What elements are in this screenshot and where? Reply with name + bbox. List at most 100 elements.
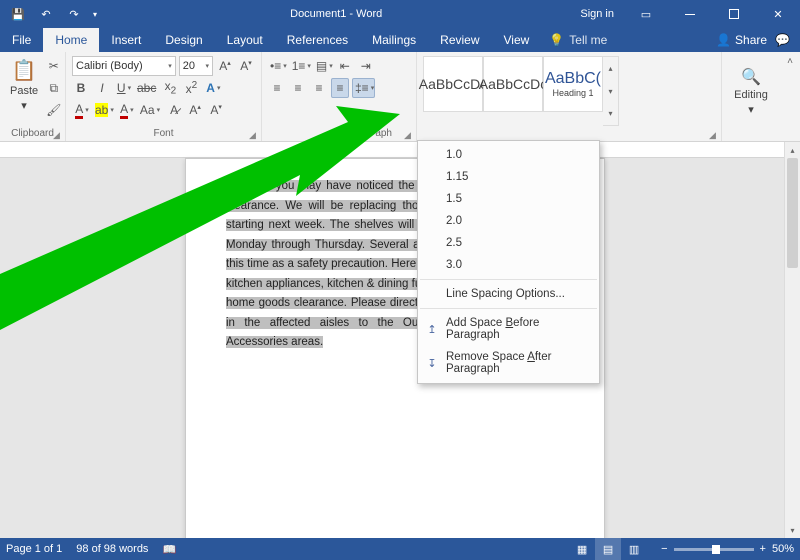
decrease-indent-button[interactable]: ⇤: [336, 56, 354, 76]
superscript-button[interactable]: x2: [182, 78, 200, 98]
line-spacing-button[interactable]: ‡≡▾: [352, 78, 375, 98]
copy-button[interactable]: ⧉: [44, 78, 63, 98]
gallery-down-button[interactable]: ▾: [603, 80, 618, 103]
tell-me-search[interactable]: 💡 Tell me: [549, 28, 607, 52]
proofing-icon[interactable]: 📖: [162, 543, 176, 556]
print-layout-button[interactable]: ▤: [595, 538, 621, 560]
styles-dialog-launcher[interactable]: ◢: [709, 130, 719, 140]
bold-button[interactable]: B: [72, 78, 90, 98]
zoom-level[interactable]: 50%: [772, 543, 794, 555]
paragraph-dialog-launcher[interactable]: ◢: [404, 130, 414, 140]
page-indicator[interactable]: Page 1 of 1: [6, 543, 62, 555]
change-case-button[interactable]: Aa▾: [138, 100, 162, 120]
horizontal-ruler[interactable]: [0, 142, 800, 158]
line-spacing-options[interactable]: Line Spacing Options...: [418, 283, 599, 305]
styles-gallery[interactable]: AaBbCcDc AaBbCcDc AaBbC( Heading 1 ▴ ▾ ▾: [423, 56, 619, 126]
document-viewport: Some of you may have noticed the shelves…: [0, 142, 800, 538]
font-color-button[interactable]: A▾: [72, 100, 90, 120]
align-left-button[interactable]: ≡: [268, 78, 286, 98]
clear-formatting-button[interactable]: A̷: [165, 100, 183, 120]
tab-home[interactable]: Home: [43, 28, 99, 52]
tab-insert[interactable]: Insert: [99, 28, 153, 52]
cut-button[interactable]: ✂: [44, 56, 63, 76]
multilevel-button[interactable]: ▤▾: [314, 56, 333, 76]
scroll-thumb[interactable]: [787, 158, 798, 268]
increase-font-icon: A▴: [219, 59, 231, 73]
spacing-1-15[interactable]: 1.15: [418, 166, 599, 188]
numbering-button[interactable]: 1≡▾: [290, 56, 311, 76]
save-button[interactable]: 💾: [4, 0, 32, 28]
shrink-font-button[interactable]: A▾: [207, 100, 225, 120]
tab-mailings[interactable]: Mailings: [360, 28, 428, 52]
style-no-spacing[interactable]: AaBbCcDc: [483, 56, 543, 112]
maximize-button[interactable]: [712, 0, 756, 28]
spacing-3-0[interactable]: 3.0: [418, 254, 599, 276]
format-painter-button[interactable]: 🖌: [44, 100, 63, 120]
close-button[interactable]: ✕: [756, 0, 800, 28]
spacing-2-0[interactable]: 2.0: [418, 210, 599, 232]
increase-font-button[interactable]: A▴: [216, 56, 234, 76]
paste-button[interactable]: 📋 Paste ▾: [6, 56, 42, 126]
menu-label: 1.5: [446, 193, 462, 205]
tab-file[interactable]: File: [0, 28, 43, 52]
editing-button[interactable]: 🔍 Editing ▾: [730, 65, 772, 118]
text-effects-button[interactable]: A▾: [203, 78, 221, 98]
remove-space-after[interactable]: ↧ Remove Space After Paragraph: [418, 346, 599, 380]
zoom-in-button[interactable]: +: [760, 543, 766, 555]
align-center-button[interactable]: ≡: [289, 78, 307, 98]
gallery-up-button[interactable]: ▴: [603, 57, 618, 80]
subscript-button[interactable]: x2: [161, 78, 179, 98]
share-label: Share: [735, 33, 767, 47]
tab-design[interactable]: Design: [153, 28, 214, 52]
tab-references[interactable]: References: [275, 28, 360, 52]
indent-icon: ⇥: [361, 59, 371, 73]
spacing-1-0[interactable]: 1.0: [418, 144, 599, 166]
tab-view[interactable]: View: [492, 28, 542, 52]
scroll-track[interactable]: [785, 158, 800, 522]
web-layout-button[interactable]: ▥: [621, 538, 647, 560]
strikethrough-button[interactable]: abc: [135, 78, 158, 98]
collapse-ribbon-button[interactable]: ˄: [787, 56, 793, 67]
zoom-out-button[interactable]: −: [661, 543, 667, 555]
share-button[interactable]: 👤 Share: [716, 33, 767, 47]
style-normal[interactable]: AaBbCcDc: [423, 56, 483, 112]
font-dialog-launcher[interactable]: ◢: [249, 130, 259, 140]
tab-layout[interactable]: Layout: [215, 28, 275, 52]
highlight-button[interactable]: ab▾: [93, 100, 114, 120]
scroll-down-button[interactable]: ▾: [785, 522, 800, 538]
font-color2-button[interactable]: A▾: [117, 100, 135, 120]
undo-button[interactable]: ↶: [32, 0, 60, 28]
word-count[interactable]: 98 of 98 words: [76, 543, 148, 555]
add-space-before[interactable]: ↥ Add Space Before Paragraph: [418, 312, 599, 346]
vertical-scrollbar[interactable]: ▴ ▾: [784, 142, 800, 538]
zoom-slider[interactable]: [674, 548, 754, 551]
justify-button[interactable]: ≡: [331, 78, 349, 98]
font-name-combo[interactable]: Calibri (Body) ▾: [72, 56, 176, 76]
increase-indent-button[interactable]: ⇥: [357, 56, 375, 76]
font-size-combo[interactable]: 20 ▾: [179, 56, 213, 76]
align-right-button[interactable]: ≡: [310, 78, 328, 98]
line-spacing-icon: ‡≡: [355, 81, 369, 95]
zoom-thumb[interactable]: [712, 545, 720, 554]
ribbon-display-options-button[interactable]: ▭: [624, 0, 668, 28]
sign-in-link[interactable]: Sign in: [570, 8, 624, 20]
spacing-1-5[interactable]: 1.5: [418, 188, 599, 210]
minimize-button[interactable]: [668, 0, 712, 28]
underline-button[interactable]: U▾: [114, 78, 132, 98]
tab-review[interactable]: Review: [428, 28, 491, 52]
chevron-down-icon: ▾: [748, 103, 754, 116]
customize-qat-button[interactable]: ▾: [88, 0, 102, 28]
italic-button[interactable]: I: [93, 78, 111, 98]
change-case-icon: Aa: [140, 103, 155, 117]
decrease-font-button[interactable]: A▾: [237, 56, 255, 76]
clipboard-dialog-launcher[interactable]: ◢: [53, 130, 63, 140]
redo-button[interactable]: ↷: [60, 0, 88, 28]
style-heading1[interactable]: AaBbC( Heading 1: [543, 56, 603, 112]
grow-font-button[interactable]: A▴: [186, 100, 204, 120]
gallery-more-button[interactable]: ▾: [603, 102, 618, 125]
comments-icon[interactable]: 💬: [775, 33, 790, 47]
bullets-button[interactable]: •≡▾: [268, 56, 287, 76]
scroll-up-button[interactable]: ▴: [785, 142, 800, 158]
spacing-2-5[interactable]: 2.5: [418, 232, 599, 254]
read-mode-button[interactable]: ▦: [569, 538, 595, 560]
